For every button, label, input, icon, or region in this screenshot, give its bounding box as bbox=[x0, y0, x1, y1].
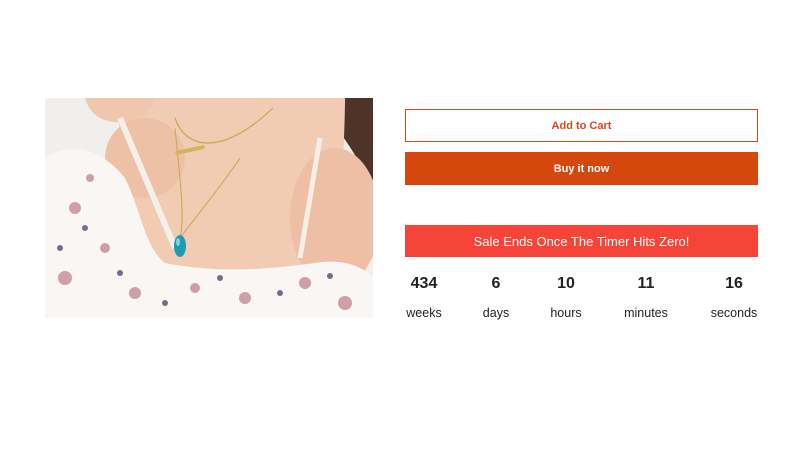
countdown-weeks-value: 434 bbox=[410, 275, 438, 292]
countdown-days: 6 days bbox=[477, 268, 515, 326]
countdown-timer: 434 weeks 6 days 10 hours 11 minutes 16 … bbox=[405, 268, 758, 328]
buy-now-button[interactable]: Buy it now bbox=[405, 152, 758, 185]
countdown-seconds-value: 16 bbox=[725, 275, 743, 292]
countdown-minutes-label: minutes bbox=[624, 306, 668, 320]
countdown-minutes-value: 11 bbox=[637, 275, 655, 292]
countdown-minutes: 11 minutes bbox=[620, 268, 672, 326]
countdown-hours: 10 hours bbox=[546, 268, 586, 326]
product-photo bbox=[45, 98, 373, 318]
countdown-seconds: 16 seconds bbox=[708, 268, 760, 326]
product-page: Add to Cart Buy it now Sale Ends Once Th… bbox=[0, 0, 800, 450]
countdown-weeks: 434 weeks bbox=[405, 268, 443, 326]
countdown-days-value: 6 bbox=[491, 275, 501, 292]
countdown-days-label: days bbox=[482, 306, 510, 320]
countdown-seconds-label: seconds bbox=[710, 306, 758, 320]
countdown-hours-label: hours bbox=[550, 306, 582, 320]
necklace-photo-illustration bbox=[45, 98, 373, 318]
sale-banner: Sale Ends Once The Timer Hits Zero! bbox=[405, 225, 758, 257]
countdown-weeks-label: weeks bbox=[406, 306, 442, 320]
add-to-cart-button[interactable]: Add to Cart bbox=[405, 109, 758, 142]
countdown-hours-value: 10 bbox=[557, 275, 575, 292]
